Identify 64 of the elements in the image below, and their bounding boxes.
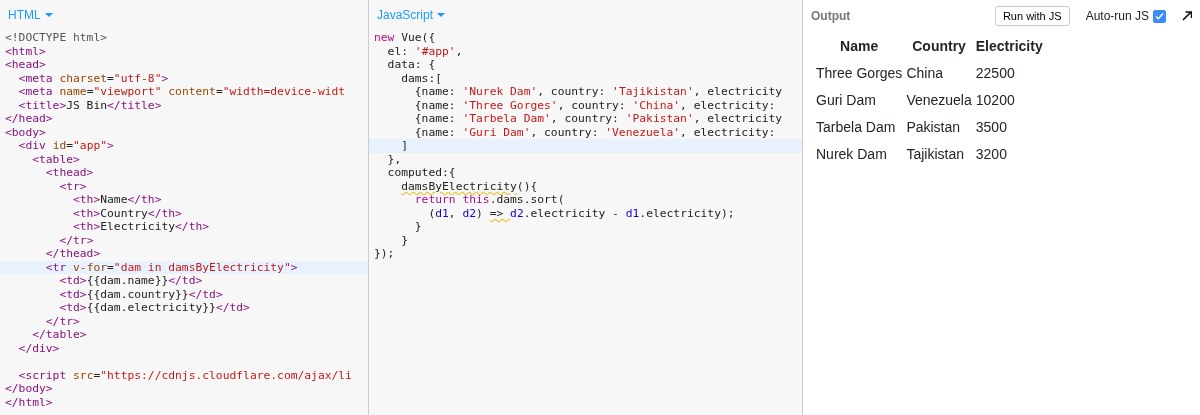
code-line: el: '#app', xyxy=(386,44,464,58)
table-cell-text: Guri Dam xyxy=(815,91,877,110)
code-line: </body> xyxy=(4,382,54,396)
code-line: <tr> xyxy=(58,179,88,193)
code-line: computed:{ xyxy=(386,166,457,180)
code-line: new Vue({ xyxy=(373,31,437,45)
code-line: <html> xyxy=(4,44,47,58)
code-line: }, xyxy=(386,152,403,166)
code-line: </tr> xyxy=(44,314,81,328)
code-line: return this.dams.sort( xyxy=(413,193,566,207)
external-arrow-icon[interactable] xyxy=(1182,11,1192,21)
code-line: <head> xyxy=(4,58,47,72)
table-cell-text: Tarbela Dam xyxy=(815,118,897,137)
code-line: }); xyxy=(373,247,396,261)
table-cell-text: Tajikistan xyxy=(905,145,965,164)
code-line: </head> xyxy=(4,112,54,126)
column-header: Country xyxy=(911,37,967,56)
column-header: Name xyxy=(839,37,880,56)
code-line: } xyxy=(413,220,423,234)
code-line: <!DOCTYPE html> xyxy=(4,31,109,45)
panel-title: Output xyxy=(811,8,851,25)
code-line: <body> xyxy=(4,125,47,139)
table-cell-text: Venezuela xyxy=(905,91,973,110)
code-line: </div> xyxy=(17,341,61,355)
table-cell-text: 3200 xyxy=(974,145,1008,164)
code-line: <title>JS Bin</title> xyxy=(17,98,163,112)
code-line: {name: 'Guri Dam', country: 'Venezuela', electricity: xyxy=(413,125,777,139)
table-cell-text: 10200 xyxy=(974,91,1016,110)
code-line: <td>{{dam.name}}</td> xyxy=(58,274,204,288)
caret-icon xyxy=(44,13,53,17)
code-line: data: { xyxy=(386,58,437,72)
code-line: <table> xyxy=(31,152,81,166)
table-cell-text: Three Gorges xyxy=(815,64,904,83)
code-line: damsByElectricity(){ xyxy=(400,179,539,193)
code-line: <thead> xyxy=(44,166,95,180)
table-cell-text: Nurek Dam xyxy=(815,145,888,164)
code-line: {name: 'Nurek Dam', country: 'Tajikistan', electricity xyxy=(413,85,784,99)
table-cell-text: 22500 xyxy=(974,64,1016,83)
code-line: <div id="app"> xyxy=(17,139,115,153)
caret-icon xyxy=(437,13,446,17)
code-line: {name: 'Three Gorges', country: 'China', electricity: xyxy=(413,98,777,112)
code-line: <th>Name</th> xyxy=(72,193,163,207)
code-line: </thead> xyxy=(44,247,102,261)
code-line: } xyxy=(400,233,410,247)
code-line: dams:[ xyxy=(400,71,444,85)
table-cell-text: China xyxy=(905,64,944,83)
code-line: <th>Electricity</th> xyxy=(72,220,211,234)
code-line: <script src="https://cdnjs.cloudflare.com/ajax/li xyxy=(17,368,353,382)
code-line: <td>{{dam.electricity}}</td> xyxy=(58,301,251,315)
code-line: </table> xyxy=(31,328,88,342)
column-header: Electricity xyxy=(974,37,1044,56)
code-line: </tr> xyxy=(58,233,95,247)
table-cell-text: Pakistan xyxy=(905,118,962,137)
code-line: <meta name="viewport" content="width=device-widt xyxy=(17,85,347,99)
checkbox[interactable] xyxy=(1153,9,1166,23)
run-button[interactable]: Run with JS xyxy=(994,5,1070,27)
code-line: <td>{{dam.country}}</td> xyxy=(58,287,224,301)
code-line: {name: 'Tarbela Dam', country: 'Pakistan', electricity xyxy=(413,112,784,126)
code-line: <meta charset="utf-8"> xyxy=(17,71,170,85)
code-line: </html> xyxy=(4,395,54,409)
code-line: (d1, d2) => d2.electricity - d1.electricity); xyxy=(427,206,736,220)
code-line: <th>Country</th> xyxy=(72,206,183,220)
auto-run-toggle[interactable]: Auto-run JS xyxy=(1085,7,1166,25)
table-cell-text: 3500 xyxy=(974,118,1008,137)
